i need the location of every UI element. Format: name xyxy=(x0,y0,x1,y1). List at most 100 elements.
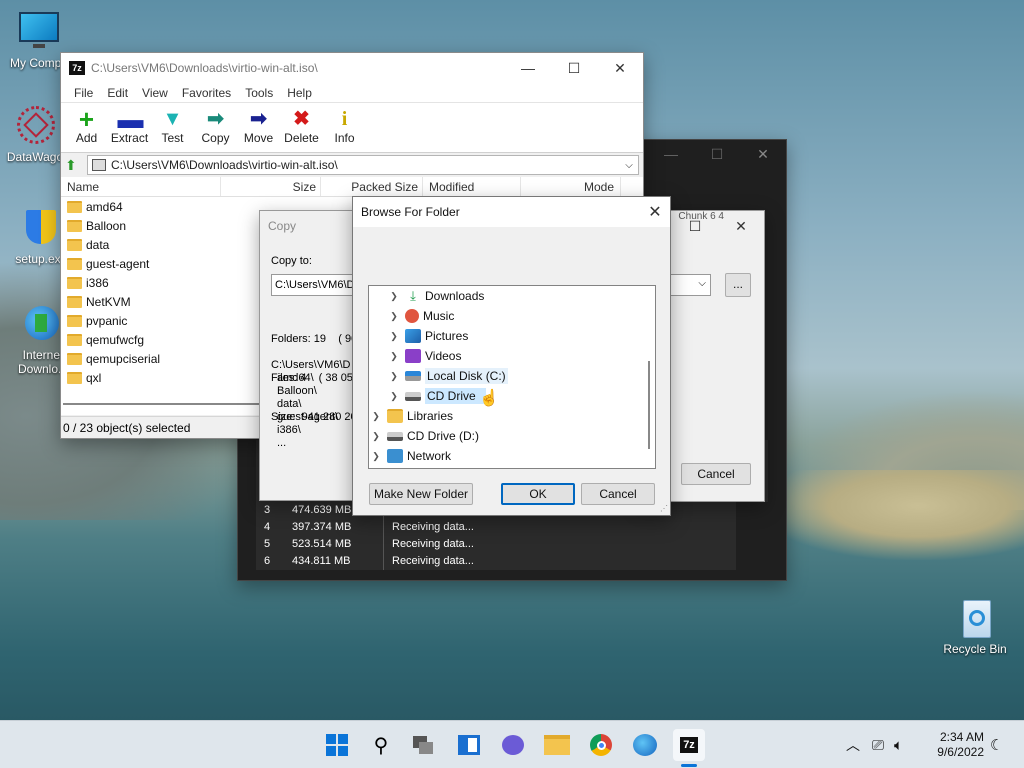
music-icon xyxy=(405,309,419,323)
minimize-button[interactable]: — xyxy=(505,53,551,83)
extract-button[interactable]: ▬ Extract xyxy=(108,103,151,152)
minus-icon: ▬ xyxy=(117,104,144,134)
maximize-button[interactable]: ☐ xyxy=(672,211,718,241)
copy-dialog[interactable]: Copy Copy to: C:\Users\VM6\D Folders: 19… xyxy=(259,210,359,501)
browse-titlebar[interactable]: Browse For Folder ✕ xyxy=(353,197,670,227)
chevron-down-icon[interactable]: ⌵ xyxy=(620,160,638,171)
tree-item-label: Music xyxy=(423,309,455,323)
chevron-right-icon[interactable]: ❯ xyxy=(369,431,383,442)
tree-item-cd-drive-d[interactable]: ❯ CD Drive (D:) xyxy=(369,426,655,446)
tree-item-cd-drive[interactable]: ❯ CD Drive ☝ xyxy=(369,386,655,407)
clock[interactable]: 2:34 AM 9/6/2022 xyxy=(928,721,984,768)
make-new-folder-button[interactable]: Make New Folder xyxy=(369,483,473,505)
desktop-icon-recycle-bin[interactable]: Recycle Bin xyxy=(936,596,1014,656)
copy-to-field[interactable]: C:\Users\VM6\D xyxy=(271,274,359,296)
resize-grip-icon[interactable]: ⋰ xyxy=(660,504,668,513)
menu-help[interactable]: Help xyxy=(280,86,319,100)
tree-item-network[interactable]: ❯ Network xyxy=(369,446,655,466)
tree-item-downloads[interactable]: ❯ ⤓ Downloads xyxy=(369,286,655,306)
list-item: amd64\ xyxy=(277,372,314,384)
column-modified[interactable]: Modified xyxy=(423,177,521,196)
horizontal-scrollbar[interactable] xyxy=(61,403,261,409)
info-button[interactable]: i Info xyxy=(323,103,366,152)
chevron-right-icon[interactable]: ❯ xyxy=(387,311,401,322)
archive-icon xyxy=(92,159,106,171)
tree-item-local-disk[interactable]: ❯ Local Disk (C:) xyxy=(369,366,655,386)
close-button[interactable]: ✕ xyxy=(597,53,643,83)
menu-favorites[interactable]: Favorites xyxy=(175,86,238,100)
chrome-icon[interactable] xyxy=(585,729,617,761)
search-icon[interactable]: ⚲ xyxy=(365,729,397,761)
close-button[interactable]: ✕ xyxy=(640,197,670,227)
chunk-status: Receiving data... xyxy=(392,555,474,567)
menu-edit[interactable]: Edit xyxy=(100,86,135,100)
move-button[interactable]: ➡ Move xyxy=(237,103,280,152)
system-tray[interactable]: ⎚ 🔈︎ xyxy=(872,721,903,768)
recycle-bin-icon xyxy=(953,596,997,640)
chevron-right-icon[interactable]: ❯ xyxy=(387,371,401,382)
7zip-icon[interactable]: 7z xyxy=(673,729,705,767)
volume-icon: 🔈︎ xyxy=(894,736,904,754)
chevron-right-icon[interactable]: ❯ xyxy=(387,351,401,362)
ok-button[interactable]: OK xyxy=(501,483,575,505)
menu-tools[interactable]: Tools xyxy=(238,86,280,100)
table-row: 5 523.514 MB Receiving data... xyxy=(256,536,736,553)
chunk-number: 6 xyxy=(264,555,271,567)
column-mode[interactable]: Mode xyxy=(521,177,621,196)
address-text: C:\Users\VM6\Downloads\virtio-win-alt.is… xyxy=(111,158,338,172)
close-button[interactable]: ✕ xyxy=(718,211,764,241)
tree-item-label: Libraries xyxy=(407,409,454,423)
address-bar: ⬆ C:\Users\VM6\Downloads\virtio-win-alt.… xyxy=(61,153,643,177)
taskbar: ⚲ 7z ︿ ⎚ 🔈︎ 2:34 AM 9/6/2022 ☾ xyxy=(0,720,1024,768)
tree-item-label: CD Drive xyxy=(425,388,486,404)
maximize-button[interactable]: ☐ xyxy=(551,53,597,83)
chevron-right-icon[interactable]: ❯ xyxy=(387,331,401,342)
tree-item-libraries[interactable]: ❯ Libraries xyxy=(369,406,655,426)
folder-tree[interactable]: ❯ ⤓ Downloads ❯ Music ❯ Pictures ❯ Video… xyxy=(368,285,656,469)
chevron-right-icon[interactable]: ❯ xyxy=(387,391,401,402)
address-field[interactable]: C:\Users\VM6\Downloads\virtio-win-alt.is… xyxy=(87,155,639,175)
local-disk-icon xyxy=(405,371,421,381)
start-icon[interactable] xyxy=(321,729,353,761)
column-name[interactable]: Name xyxy=(61,177,221,196)
column-packed-size[interactable]: Packed Size xyxy=(321,177,423,196)
tree-item-pictures[interactable]: ❯ Pictures xyxy=(369,326,655,346)
maximize-button[interactable]: ☐ xyxy=(694,139,740,169)
copy-button[interactable]: ➡ Copy xyxy=(194,103,237,152)
minimize-button[interactable]: — xyxy=(648,139,694,169)
widgets-icon[interactable] xyxy=(453,729,485,761)
chevron-right-icon[interactable]: ❯ xyxy=(387,291,401,302)
menu-view[interactable]: View xyxy=(135,86,175,100)
teams-chat-icon[interactable] xyxy=(497,729,529,761)
datawagon-icon xyxy=(13,104,57,148)
test-button[interactable]: ▼ Test xyxy=(151,103,194,152)
chevron-up-icon[interactable]: ︿ xyxy=(846,721,860,768)
do-not-disturb-icon[interactable]: ☾ xyxy=(990,721,1003,768)
list-item: guest-agent\ xyxy=(277,411,339,423)
download-manager-icon[interactable] xyxy=(629,729,661,761)
tree-item-music[interactable]: ❯ Music xyxy=(369,306,655,326)
folder-icon xyxy=(67,314,82,327)
cancel-button[interactable]: Cancel xyxy=(681,463,751,485)
browse-for-folder-dialog[interactable]: Browse For Folder ✕ ❯ ⤓ Downloads ❯ Musi… xyxy=(352,196,671,516)
chevron-right-icon[interactable]: ❯ xyxy=(369,451,383,462)
tree-item-videos[interactable]: ❯ Videos xyxy=(369,346,655,366)
cancel-button[interactable]: Cancel xyxy=(581,483,655,505)
up-folder-icon[interactable]: ⬆ xyxy=(65,157,87,174)
column-size[interactable]: Size xyxy=(221,177,321,196)
file-explorer-icon[interactable] xyxy=(541,729,573,761)
copy-titlebar[interactable]: Copy xyxy=(260,211,358,241)
7zip-titlebar[interactable]: 7z C:\Users\VM6\Downloads\virtio-win-alt… xyxy=(61,53,643,83)
tree-scrollbar[interactable] xyxy=(648,361,650,449)
tool-label: Move xyxy=(243,131,274,145)
delete-button[interactable]: ✖ Delete xyxy=(280,103,323,152)
globe-download-icon xyxy=(17,302,61,346)
tree-item-label: Network xyxy=(407,449,452,463)
menu-file[interactable]: File xyxy=(67,86,100,100)
close-button[interactable]: ✕ xyxy=(740,139,786,169)
add-button[interactable]: + Add xyxy=(65,103,108,152)
chevron-right-icon[interactable]: ❯ xyxy=(369,411,383,422)
browse-button[interactable]: ... xyxy=(725,273,751,297)
task-view-icon[interactable] xyxy=(409,729,441,761)
chunk-size: 434.811 MB xyxy=(284,553,384,570)
